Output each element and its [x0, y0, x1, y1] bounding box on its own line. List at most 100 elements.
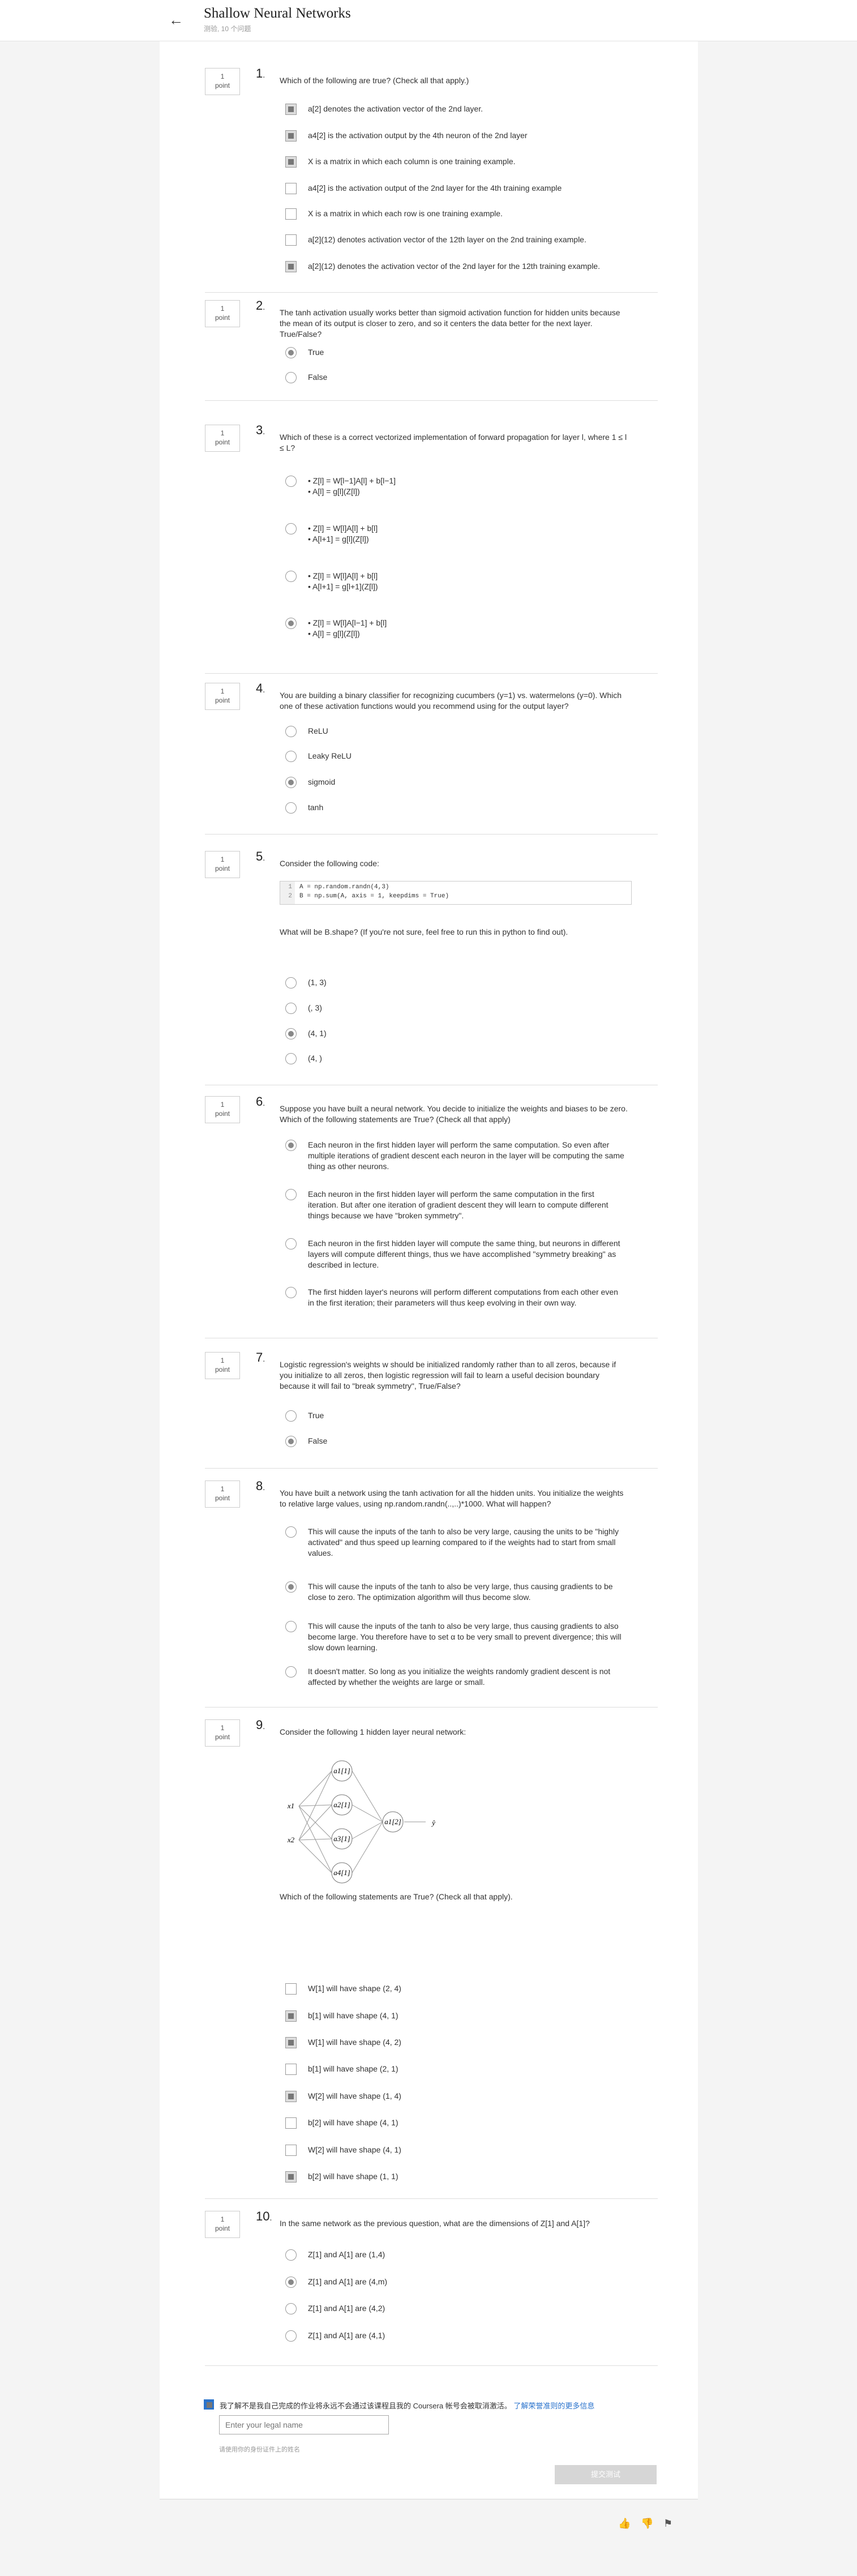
question-number: 8 — [256, 1479, 265, 1494]
answer-label: • Z[l] = W[l]A[l] + b[l] • A[l+1] = g[l]… — [308, 524, 378, 544]
answer-checkbox[interactable] — [285, 2064, 297, 2075]
answer-radio[interactable] — [285, 1410, 297, 1422]
points-badge: 1 point — [205, 1096, 240, 1123]
question-number: 3 — [256, 423, 265, 438]
output-node-label: a1[2] — [384, 1817, 401, 1826]
answer-radio[interactable] — [285, 726, 297, 737]
answer-label: W[2] will have shape (1, 4) — [308, 2091, 401, 2100]
answer-label: ReLU — [308, 726, 328, 735]
answer-checkbox[interactable] — [285, 104, 297, 115]
answer-checkbox[interactable] — [285, 2037, 297, 2048]
honor-code-link[interactable]: 了解荣誉准则的更多信息 — [513, 2402, 594, 2410]
answer-radio[interactable] — [285, 1581, 297, 1593]
answer-radio[interactable] — [285, 523, 297, 534]
answer-label: X is a matrix in which each column is on… — [308, 157, 516, 166]
question-number: 2 — [256, 298, 265, 313]
honor-checkbox[interactable] — [204, 2399, 214, 2410]
answer-label: Leaky ReLU — [308, 751, 352, 760]
answer-radio[interactable] — [285, 1053, 297, 1064]
honor-text: 我了解不是我自己完成的作业将永远不会通过该课程且我的 Coursera 帐号会被… — [220, 2402, 512, 2410]
page-subtitle: 测验, 10 个问题 — [204, 25, 251, 33]
quiz-content: 1 point 1 Which of the following are true?… — [160, 41, 698, 2498]
answer-checkbox[interactable] — [285, 1983, 297, 1995]
answer-label: Z[1] and A[1] are (1,4) — [308, 2250, 385, 2259]
answer-label: • Z[l] = W[l]A[l] + b[l] • A[l+1] = g[l+… — [308, 571, 378, 591]
answer-checkbox[interactable] — [285, 156, 297, 168]
answer-radio[interactable] — [285, 1028, 297, 1039]
answer-radio[interactable] — [285, 1666, 297, 1678]
answer-checkbox[interactable] — [285, 2171, 297, 2183]
answer-radio[interactable] — [285, 1621, 297, 1632]
answer-label: This will cause the inputs of the tanh t… — [308, 1527, 619, 1557]
answer-radio[interactable] — [285, 1526, 297, 1538]
question-divider — [205, 292, 658, 293]
question-divider — [205, 834, 658, 835]
question-number: 10 — [256, 2209, 272, 2224]
answer-label: tanh — [308, 803, 324, 812]
question-followup: What will be B.shape? (If you're not sur… — [280, 927, 568, 936]
answer-radio[interactable] — [285, 372, 297, 383]
answer-radio[interactable] — [285, 1238, 297, 1250]
answer-radio[interactable] — [285, 751, 297, 762]
answer-radio[interactable] — [285, 571, 297, 582]
answer-label: (1, 3) — [308, 978, 327, 987]
submit-button[interactable]: 提交测试 — [555, 2465, 657, 2484]
answer-label: W[2] will have shape (4, 1) — [308, 2145, 401, 2154]
answer-radio[interactable] — [285, 802, 297, 814]
legal-name-input[interactable] — [219, 2415, 389, 2434]
question-text: Which of these is a correct vectorized i… — [280, 433, 627, 452]
answer-label: b[2] will have shape (4, 1) — [308, 2118, 398, 2127]
question-number: 6 — [256, 1094, 265, 1109]
answer-checkbox[interactable] — [285, 2145, 297, 2156]
answer-checkbox[interactable] — [285, 208, 297, 220]
answer-label: X is a matrix in which each row is one t… — [308, 209, 503, 218]
hidden-node-label: a4[1] — [333, 1868, 350, 1877]
answer-checkbox[interactable] — [285, 130, 297, 142]
hidden-node-label: a1[1] — [333, 1766, 350, 1775]
question-text: The tanh activation usually works better… — [280, 308, 620, 339]
points-badge: 1 point — [205, 2211, 240, 2238]
legal-name-hint: 请使用你的身份证件上的姓名 — [219, 2446, 300, 2453]
answer-checkbox[interactable] — [285, 261, 297, 272]
answer-radio[interactable] — [285, 2303, 297, 2314]
code-line: A = np.random.randn(4,3) — [299, 884, 389, 891]
answer-radio[interactable] — [285, 2277, 297, 2288]
question-divider — [205, 400, 658, 401]
thumbs-up-icon[interactable]: 👍 — [618, 2518, 631, 2530]
answer-radio[interactable] — [285, 1140, 297, 1151]
answer-label: b[2] will have shape (1, 1) — [308, 2172, 398, 2181]
answer-label: This will cause the inputs of the tanh t… — [308, 1621, 622, 1652]
answer-checkbox[interactable] — [285, 2010, 297, 2022]
answer-radio[interactable] — [285, 777, 297, 788]
answer-checkbox[interactable] — [285, 234, 297, 246]
answer-checkbox[interactable] — [285, 2117, 297, 2129]
answer-radio[interactable] — [285, 977, 297, 989]
points-badge: 1 point — [205, 1352, 240, 1379]
thumbs-down-icon[interactable]: 👎 — [641, 2518, 653, 2530]
points-badge: 1 point — [205, 683, 240, 710]
answer-radio[interactable] — [285, 618, 297, 629]
answer-radio[interactable] — [285, 1189, 297, 1200]
answer-radio[interactable] — [285, 1287, 297, 1298]
answer-radio[interactable] — [285, 347, 297, 358]
question-number: 7 — [256, 1350, 265, 1365]
answer-radio[interactable] — [285, 2249, 297, 2261]
answer-label: False — [308, 373, 328, 382]
answer-checkbox[interactable] — [285, 2091, 297, 2102]
question-followup: Which of the following statements are Tr… — [280, 1892, 513, 1901]
answer-label: • Z[l] = W[l]A[l−1] + b[l] • A[l] = g[l]… — [308, 618, 387, 638]
question-number: 4 — [256, 681, 265, 696]
answer-label: Z[1] and A[1] are (4,m) — [308, 2277, 388, 2286]
question-text: You are building a binary classifier for… — [280, 691, 622, 711]
answer-radio[interactable] — [285, 1436, 297, 1447]
answer-label: The first hidden layer's neurons will pe… — [308, 1287, 618, 1307]
answer-radio[interactable] — [285, 2330, 297, 2342]
flag-icon[interactable]: ⚑ — [663, 2518, 672, 2530]
answer-radio[interactable] — [285, 1003, 297, 1014]
code-block: 12 A = np.random.randn(4,3) B = np.sum(A, … — [280, 881, 632, 905]
question-text: Consider the following 1 hidden layer ne… — [280, 1727, 466, 1736]
answer-label: • Z[l] = W[l−1]A[l] + b[l−1] • A[l] = g[… — [308, 476, 396, 496]
back-arrow-icon[interactable]: ← — [169, 11, 186, 28]
answer-radio[interactable] — [285, 476, 297, 487]
answer-checkbox[interactable] — [285, 183, 297, 194]
